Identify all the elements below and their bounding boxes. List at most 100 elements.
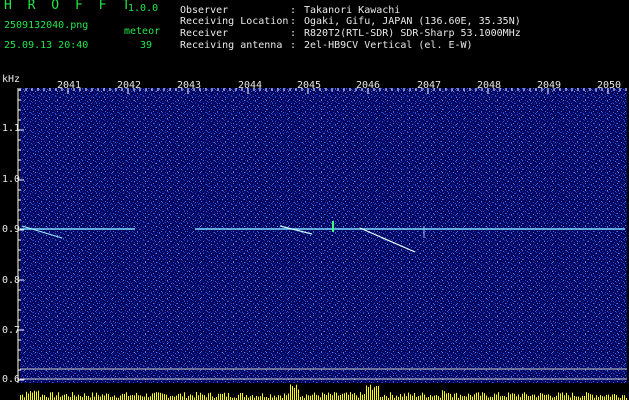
level-bar — [340, 395, 341, 400]
level-bar — [142, 396, 143, 400]
level-bar — [52, 392, 53, 400]
level-bar — [78, 394, 79, 400]
level-bar — [34, 390, 35, 400]
level-bar — [156, 392, 157, 400]
level-bar — [42, 394, 43, 400]
level-bar — [122, 393, 123, 400]
level-bar — [604, 396, 605, 400]
level-bar — [302, 396, 303, 400]
level-bar — [188, 395, 189, 400]
level-bar — [136, 392, 137, 400]
level-bar — [84, 393, 85, 400]
level-bar — [338, 395, 339, 400]
level-bar — [114, 395, 115, 400]
level-bar — [104, 395, 105, 400]
level-bar — [98, 395, 99, 400]
level-bar — [546, 394, 547, 400]
level-bar — [222, 394, 223, 400]
time-tick-label: 2049 — [536, 80, 562, 91]
time-tick-label: 2044 — [237, 80, 263, 91]
level-bar — [412, 395, 413, 400]
level-bar — [170, 396, 171, 400]
time-tick-label: 2048 — [476, 80, 502, 91]
level-bar — [76, 396, 77, 400]
level-bar — [500, 396, 501, 400]
level-bar — [532, 394, 533, 400]
level-bar — [476, 392, 477, 400]
level-bar — [590, 394, 591, 400]
level-bar — [572, 392, 573, 400]
level-bar — [332, 395, 333, 400]
level-bar — [50, 392, 51, 400]
level-bar — [184, 392, 185, 400]
level-bar — [608, 394, 609, 400]
level-bar — [482, 392, 483, 400]
level-bar — [548, 394, 549, 400]
level-bar — [322, 392, 323, 400]
level-bar — [528, 395, 529, 400]
level-bar — [384, 394, 385, 400]
level-bar — [360, 392, 361, 400]
level-bar — [198, 395, 199, 400]
level-bar — [450, 393, 451, 400]
receiver-value: R820T2(RTL-SDR) SDR-Sharp 53.1000MHz — [304, 28, 521, 39]
level-bar — [460, 394, 461, 400]
level-bar — [172, 395, 173, 400]
level-bar — [140, 395, 141, 400]
level-bar — [456, 392, 457, 400]
level-bar — [342, 393, 343, 400]
level-bar — [128, 396, 129, 400]
level-bar — [560, 393, 561, 400]
level-bar — [444, 391, 445, 400]
level-bar — [62, 395, 63, 400]
level-bar — [250, 396, 251, 400]
level-bar — [370, 384, 371, 400]
level-bar — [396, 395, 397, 400]
level-bar — [154, 392, 155, 400]
level-bar — [318, 395, 319, 400]
level-bar — [296, 384, 297, 400]
level-bar — [344, 393, 345, 400]
level-bar — [126, 392, 127, 400]
level-bar — [510, 394, 511, 400]
level-bar — [120, 395, 121, 400]
level-bar — [96, 392, 97, 400]
level-bar — [446, 393, 447, 400]
level-bar — [22, 394, 23, 400]
level-bar — [356, 395, 357, 400]
level-bar — [26, 391, 27, 400]
level-bar — [362, 394, 363, 400]
level-bar — [438, 396, 439, 400]
level-bar — [192, 395, 193, 400]
level-bar — [238, 394, 239, 400]
level-bar — [310, 395, 311, 400]
level-bar — [150, 396, 151, 400]
level-bar — [256, 395, 257, 400]
freq-tick-label: 0.6 — [2, 374, 21, 385]
level-bar — [390, 392, 391, 400]
level-bar — [602, 396, 603, 400]
level-bar — [138, 395, 139, 400]
level-bar — [298, 389, 299, 400]
level-bar — [550, 395, 551, 400]
level-bar — [278, 395, 279, 400]
level-bar — [56, 395, 57, 400]
level-bar — [228, 393, 229, 400]
level-bar — [108, 394, 109, 400]
freq-tick-label: 0.7 — [2, 325, 21, 336]
separator: : — [290, 16, 297, 27]
level-bar — [494, 393, 495, 400]
level-bar — [258, 396, 259, 400]
level-bar — [326, 395, 327, 400]
level-bar — [364, 394, 365, 400]
time-tick-label: 2041 — [56, 80, 82, 91]
level-bar — [208, 393, 209, 400]
level-bar — [402, 396, 403, 400]
level-bar — [574, 395, 575, 400]
level-bar — [262, 393, 263, 400]
level-bar — [588, 393, 589, 400]
level-bar — [64, 394, 65, 400]
level-bar — [586, 392, 587, 400]
level-bar — [622, 395, 623, 400]
level-bar — [434, 395, 435, 400]
